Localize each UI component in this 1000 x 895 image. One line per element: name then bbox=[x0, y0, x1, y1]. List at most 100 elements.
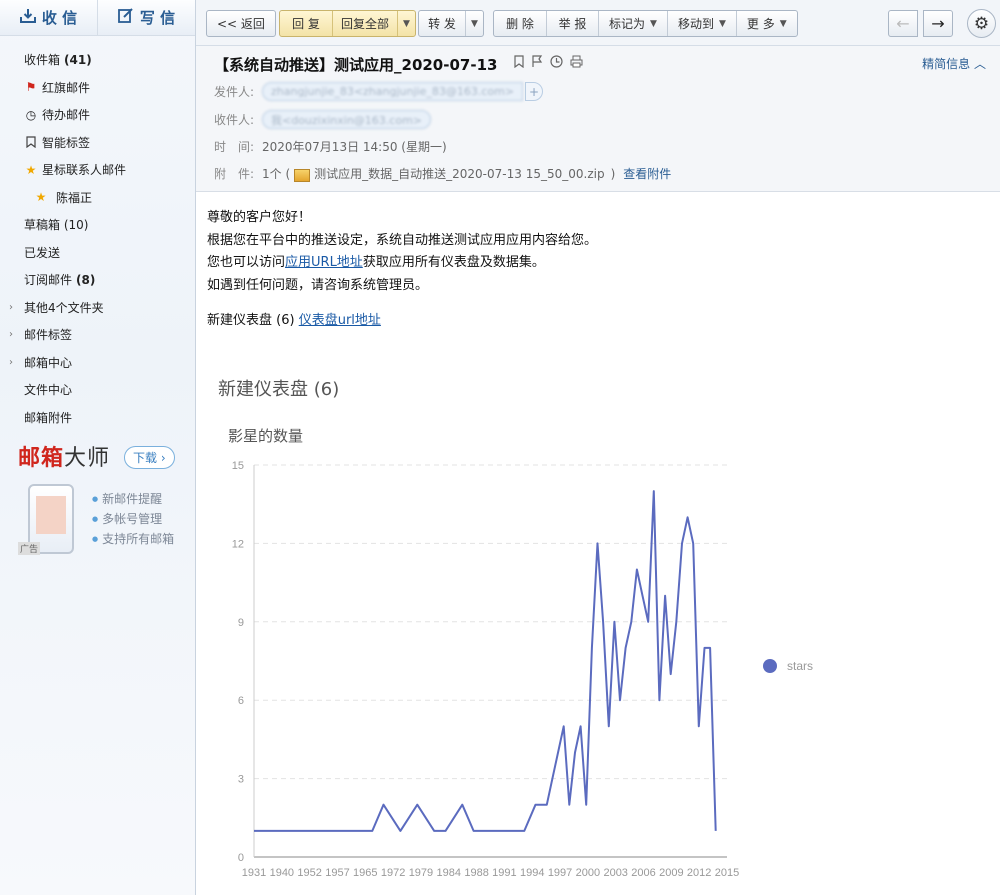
move-to-button[interactable]: 移动到 ▼ bbox=[666, 11, 736, 36]
more-label: 更 多 bbox=[746, 17, 775, 31]
prev-mail-button[interactable]: ← bbox=[888, 10, 918, 37]
time-label: 时 间: bbox=[214, 140, 255, 154]
settings-button[interactable]: ⚙ bbox=[967, 9, 996, 38]
chevron-right-icon[interactable]: › bbox=[9, 357, 13, 368]
brief-info-toggle[interactable]: 精简信息 ︿ bbox=[922, 55, 986, 72]
x-tick-label: 2000 bbox=[576, 867, 600, 879]
add-contact-button[interactable]: + bbox=[525, 82, 544, 101]
folder-todo[interactable]: ◷ 待办邮件 bbox=[0, 101, 195, 129]
folder-label: 待办邮件 bbox=[42, 108, 91, 123]
chevron-down-icon: ▼ bbox=[650, 18, 657, 29]
chevron-right-icon[interactable]: › bbox=[9, 302, 13, 313]
print-icon[interactable] bbox=[570, 55, 583, 71]
x-tick-label: 1957 bbox=[325, 867, 349, 879]
folder-tags[interactable]: › 邮件标签 bbox=[0, 321, 195, 349]
chevron-down-icon: ▼ bbox=[718, 18, 726, 29]
folder-subscriptions[interactable]: 订阅邮件 (8) bbox=[0, 266, 195, 294]
app-url-link[interactable]: 应用URL地址 bbox=[285, 255, 363, 270]
folder-file-center[interactable]: 文件中心 bbox=[0, 376, 195, 404]
plus-icon: + bbox=[529, 84, 540, 99]
chevron-down-icon: ▼ bbox=[471, 18, 478, 29]
folder-label: 文件中心 bbox=[24, 383, 73, 398]
to-label: 收件人: bbox=[214, 113, 255, 127]
folder-mail-center[interactable]: › 邮箱中心 bbox=[0, 349, 195, 377]
folder-label: 陈福正 bbox=[56, 190, 93, 205]
compose-label: 写 信 bbox=[139, 9, 176, 27]
ad-title-dark: 大师 bbox=[64, 446, 111, 471]
dashboard-url-link[interactable]: 仪表盘url地址 bbox=[299, 313, 381, 328]
mark-as-label: 标记为 bbox=[609, 17, 646, 31]
forward-button[interactable]: 转 发 bbox=[419, 11, 465, 36]
dashboard-title: 新建仪表盘 (6) bbox=[218, 379, 340, 400]
reply-button[interactable]: 回 复 bbox=[280, 11, 332, 36]
body-line: 如遇到任何问题，请咨询系统管理员。 bbox=[207, 277, 429, 293]
attach-close: ) bbox=[610, 166, 616, 181]
receive-label: 收 信 bbox=[41, 9, 78, 27]
flag-icon[interactable] bbox=[531, 55, 543, 71]
mail-subject: 【系统自动推送】测试应用_2020-07-13 bbox=[214, 56, 498, 74]
folder-label: 邮件标签 bbox=[24, 328, 73, 343]
folder-inbox[interactable]: 收件箱 (41) bbox=[0, 46, 195, 74]
ad-feature: 多帐号管理 bbox=[92, 510, 162, 527]
view-attachment-link[interactable]: 查看附件 bbox=[623, 165, 671, 182]
brief-info-label: 精简信息 bbox=[922, 57, 971, 71]
delete-button[interactable]: 删 除 bbox=[494, 11, 546, 36]
folder-contact-chen[interactable]: ★ 陈福正 bbox=[0, 184, 195, 212]
more-button[interactable]: 更 多 ▼ bbox=[735, 11, 797, 36]
to-row: 收件人: 我<douzixinxin@163.com> bbox=[214, 110, 432, 129]
chevron-right-icon[interactable]: › bbox=[9, 329, 13, 340]
compose-button[interactable]: 写 信 bbox=[97, 0, 195, 35]
x-tick-label: 1979 bbox=[409, 867, 433, 879]
from-label: 发件人: bbox=[214, 85, 255, 99]
reply-dropdown[interactable]: ▼ bbox=[397, 11, 415, 36]
folder-label: 邮箱附件 bbox=[24, 410, 73, 425]
x-tick-label: 2003 bbox=[603, 867, 627, 879]
time-value: 2020年07月13日 14:50 (星期一) bbox=[262, 140, 447, 154]
reply-all-button[interactable]: 回复全部 bbox=[332, 11, 397, 36]
bookmark-icon[interactable] bbox=[514, 55, 524, 71]
back-button[interactable]: << 返回 bbox=[207, 11, 275, 36]
legend-label: stars bbox=[787, 659, 813, 673]
x-tick-label: 1994 bbox=[520, 867, 544, 879]
subject-actions bbox=[514, 55, 583, 71]
greeting: 尊敬的客户您好！ bbox=[207, 210, 312, 225]
x-tick-label: 1972 bbox=[381, 867, 405, 879]
folder-smart-tags[interactable]: 智能标签 bbox=[0, 129, 195, 157]
folder-drafts[interactable]: 草稿箱 (10) bbox=[0, 211, 195, 239]
compose-bar: 收 信 写 信 bbox=[0, 0, 195, 36]
folder-label: 已发送 bbox=[24, 245, 61, 260]
mark-as-button[interactable]: 标记为 ▼ bbox=[598, 11, 667, 36]
x-tick-label: 1991 bbox=[492, 867, 516, 879]
folder-flagged[interactable]: ⚑ 红旗邮件 bbox=[0, 74, 195, 102]
forward-dropdown[interactable]: ▼ bbox=[465, 11, 483, 36]
folder-attachments[interactable]: 邮箱附件 bbox=[0, 404, 195, 432]
next-mail-button[interactable]: → bbox=[923, 10, 953, 37]
x-tick-label: 1988 bbox=[464, 867, 488, 879]
recipient-address[interactable]: 我<douzixinxin@163.com> bbox=[262, 110, 432, 129]
attachment-row: 附 件: 1个 ( 测试应用_数据_自动推送_2020-07-13 15_50_… bbox=[214, 165, 671, 182]
folder-sent[interactable]: 已发送 bbox=[0, 239, 195, 267]
download-tray-icon bbox=[19, 8, 36, 27]
body-text-pre: 您也可以访问 bbox=[207, 255, 286, 270]
attach-label: 附 件: bbox=[214, 167, 255, 181]
ad-feature: 新邮件提醒 bbox=[92, 490, 162, 507]
folder-label: 星标联系人邮件 bbox=[42, 163, 127, 178]
ad-banner[interactable]: 邮箱大师 下载 › 新邮件提醒 多帐号管理 支持所有邮箱 广告 bbox=[18, 440, 188, 560]
body-text: 尊敬的客户您好！ 根据您在平台中的推送设定，系统自动推送测试应用应用内容给您。 … bbox=[207, 207, 597, 297]
from-row: 发件人: zhangjunjie_83<zhangjunjie_83@163.c… bbox=[214, 82, 544, 101]
attach-count: 1个 ( bbox=[262, 167, 291, 181]
chart-title: 影星的数量 bbox=[228, 427, 304, 445]
move-to-label: 移动到 bbox=[677, 17, 714, 31]
attachment-name[interactable]: 测试应用_数据_自动推送_2020-07-13 15_50_00.zip bbox=[314, 165, 604, 182]
folder-starred-contacts[interactable]: ★ 星标联系人邮件 bbox=[0, 156, 195, 184]
folder-other[interactable]: › 其他4个文件夹 bbox=[0, 294, 195, 322]
line-chart: 0 3 6 9 12 15 1931 1940 1952 1957 1965 1972 1979 1984… bbox=[232, 460, 813, 879]
report-button[interactable]: 举 报 bbox=[546, 11, 598, 36]
ad-download-button[interactable]: 下载 › bbox=[124, 446, 175, 469]
clock-icon[interactable] bbox=[550, 55, 563, 71]
x-tick-label: 2012 bbox=[687, 867, 711, 879]
x-tick-label: 1965 bbox=[353, 867, 377, 879]
sender-address[interactable]: zhangjunjie_83<zhangjunjie_83@163.com> bbox=[262, 82, 524, 101]
folder-label: 邮箱中心 bbox=[24, 355, 73, 370]
receive-button[interactable]: 收 信 bbox=[0, 0, 97, 35]
